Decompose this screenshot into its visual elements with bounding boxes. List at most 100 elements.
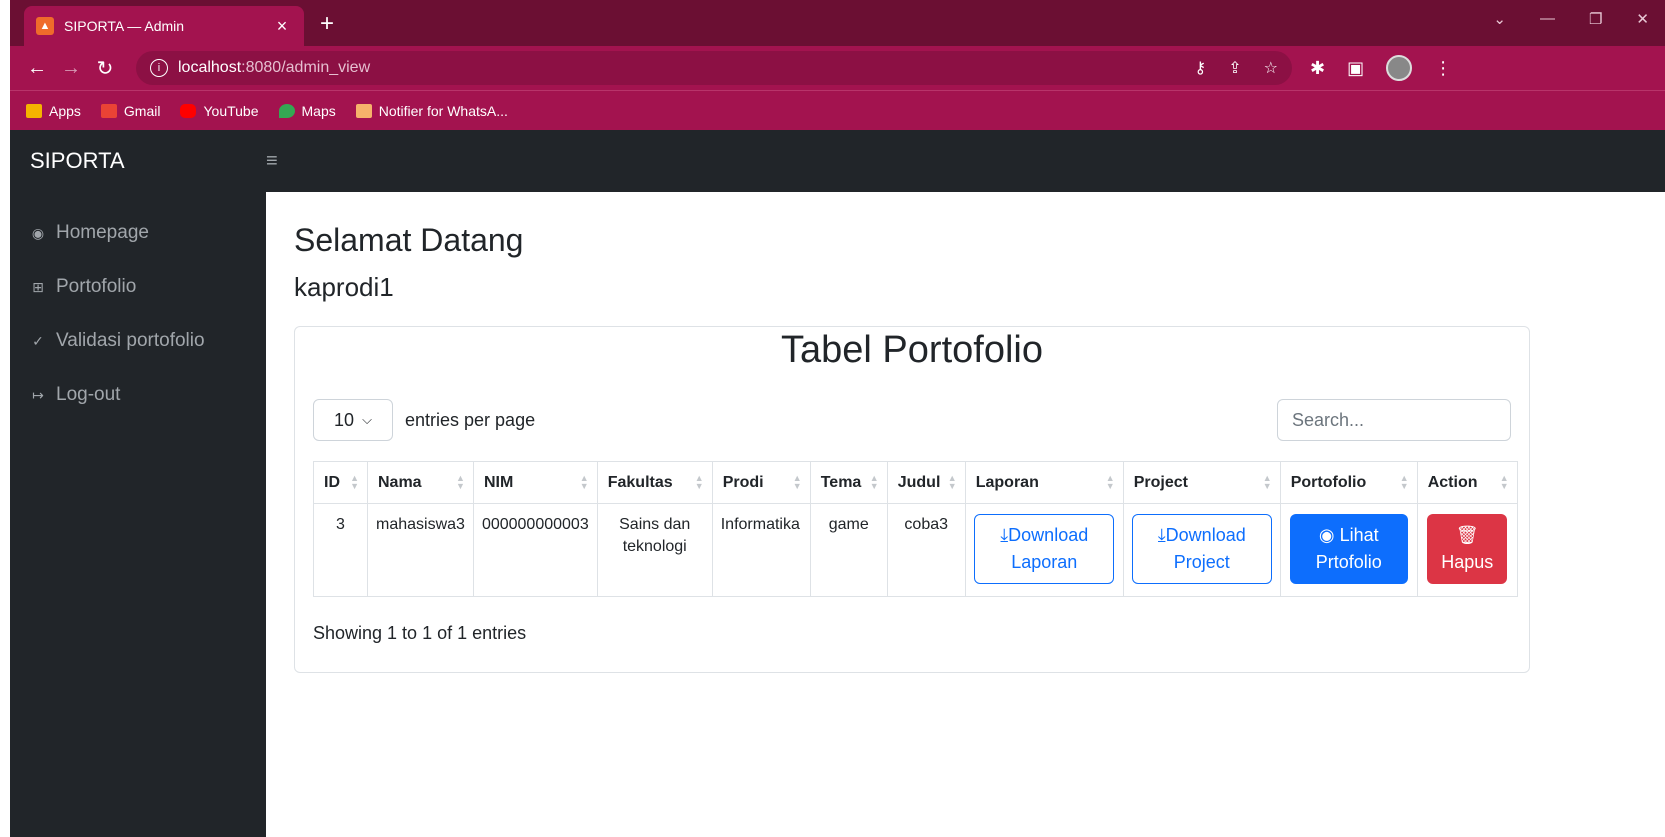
check-icon: ✓ — [32, 332, 44, 349]
lihat-portofolio-button[interactable]: ◉ Lihat Prtofolio — [1289, 514, 1408, 584]
search-input[interactable] — [1277, 399, 1511, 441]
eye-icon: ◉ — [1318, 525, 1335, 545]
cell-prodi: Informatika — [711, 503, 811, 597]
siporta-favicon-icon: ▲ — [36, 17, 54, 35]
url-host: localhost — [178, 59, 242, 76]
download-project-button[interactable]: ⤓Download Project — [1131, 514, 1272, 584]
sidebar-item-label: Log-out — [56, 384, 121, 405]
reload-icon[interactable]: ↻ — [90, 56, 120, 81]
sort-icon: ▲ ▼ — [1262, 473, 1272, 491]
restore-icon[interactable]: ❐ — [1589, 10, 1602, 28]
sidebar-toggle-icon[interactable]: ≡ — [266, 150, 278, 173]
column-header-nim[interactable]: NIM ▲ ▼ — [472, 461, 598, 504]
side-panel-icon[interactable]: ▣ — [1347, 58, 1364, 79]
apps-grid-icon — [26, 103, 42, 118]
column-header-id[interactable]: ID ▲ ▼ — [313, 461, 368, 504]
sidebar-item-validasi[interactable]: ✓ Validasi portofolio — [10, 314, 266, 368]
browser-window: ▲ SIPORTA — Admin × + ⌄ — ❐ ✕ ← → ↻ i lo… — [10, 0, 1665, 837]
sidebar: ◉ Homepage ⊞ Portofolio ✓ Validasi porto… — [10, 192, 266, 837]
forward-icon[interactable]: → — [56, 57, 86, 80]
column-header-prodi[interactable]: Prodi ▲ ▼ — [711, 461, 811, 504]
cell-laporan: ⤓Download Laporan — [964, 503, 1124, 597]
window-controls: ⌄ — ❐ ✕ — [1493, 10, 1649, 28]
cell-project: ⤓Download Project — [1122, 503, 1281, 597]
sort-icon: ▲ ▼ — [869, 473, 879, 491]
tab-close-icon[interactable]: × — [272, 16, 292, 37]
url-input[interactable]: i localhost :8080/admin_view ⚷ ⇪ ☆ — [136, 51, 1292, 85]
column-header-judul[interactable]: Judul ▲ ▼ — [886, 461, 966, 504]
brand-logo[interactable]: SIPORTA — [10, 148, 266, 174]
sidebar-item-label: Validasi portofolio — [56, 330, 205, 351]
url-path: :8080/admin_view — [241, 59, 371, 76]
tab-search-icon[interactable]: ⌄ — [1493, 10, 1506, 28]
entries-value: 10 — [334, 409, 355, 430]
entries-label: entries per page — [405, 409, 536, 430]
bookmark-notifier[interactable]: Notifier for WhatsA... — [355, 103, 508, 119]
extensions-icon[interactable]: ✱ — [1310, 58, 1325, 79]
app-page: SIPORTA ≡ ◉ Homepage ⊞ Portofolio ✓ Vali… — [10, 130, 1665, 837]
column-header-tema[interactable]: Tema ▲ ▼ — [809, 461, 888, 504]
minimize-icon[interactable]: — — [1540, 10, 1555, 28]
share-icon[interactable]: ⇪ — [1228, 58, 1241, 78]
column-header-nama[interactable]: Nama ▲ ▼ — [367, 461, 474, 504]
sidebar-item-label: Portofolio — [56, 276, 137, 297]
new-tab-button[interactable]: + — [320, 12, 334, 36]
cell-fakultas: Sains dan teknologi — [596, 503, 713, 597]
back-icon[interactable]: ← — [22, 57, 52, 80]
menu-kebab-icon[interactable]: ⋮ — [1434, 58, 1452, 79]
sort-icon: ▲ ▼ — [1499, 473, 1509, 491]
sort-icon: ▲ ▼ — [1105, 473, 1115, 491]
sort-icon: ▲ ▼ — [1399, 473, 1409, 491]
column-header-laporan[interactable]: Laporan ▲ ▼ — [964, 461, 1124, 504]
entries-per-page-select[interactable]: 10 ⌵ — [313, 399, 393, 441]
sort-icon: ▲ ▼ — [947, 473, 957, 491]
youtube-icon — [180, 103, 197, 118]
column-header-portofolio[interactable]: Portofolio ▲ ▼ — [1279, 461, 1418, 504]
site-info-icon[interactable]: i — [150, 59, 168, 77]
page-title: Selamat Datang — [294, 222, 524, 258]
bookmark-maps[interactable]: Maps — [278, 103, 336, 119]
maps-pin-icon — [278, 103, 295, 118]
logout-icon: ↦ — [32, 386, 44, 403]
tab-bar: ▲ SIPORTA — Admin × + ⌄ — ❐ ✕ — [10, 0, 1665, 46]
trash-icon: 🗑 — [1455, 525, 1479, 545]
gmail-icon — [100, 103, 117, 118]
star-icon[interactable]: ☆ — [1264, 58, 1278, 78]
column-header-fakultas[interactable]: Fakultas ▲ ▼ — [596, 461, 713, 504]
close-window-icon[interactable]: ✕ — [1636, 10, 1649, 28]
main-content: Selamat Datang kaprodi1 Tabel Portofolio… — [266, 192, 1556, 837]
download-laporan-button[interactable]: ⤓Download Laporan — [974, 514, 1115, 584]
bookmark-apps[interactable]: Apps — [26, 103, 81, 119]
table-row: 3 mahasiswa3 000000000003 Sains dan tekno… — [313, 503, 1518, 597]
sort-icon: ▲ ▼ — [350, 473, 359, 491]
browser-tab[interactable]: ▲ SIPORTA — Admin × — [24, 6, 304, 46]
download-icon: ⤓ — [1000, 525, 1009, 545]
cell-nama: mahasiswa3 — [367, 503, 474, 597]
address-bar: ← → ↻ i localhost :8080/admin_view ⚷ ⇪ ☆… — [10, 46, 1665, 90]
sidebar-item-homepage[interactable]: ◉ Homepage — [10, 206, 266, 260]
bookmark-gmail[interactable]: Gmail — [100, 103, 160, 119]
cell-nim: 000000000003 — [472, 503, 598, 597]
hapus-button[interactable]: 🗑 Hapus — [1427, 514, 1508, 584]
notifier-icon — [355, 103, 372, 118]
sort-icon: ▲ ▼ — [456, 473, 465, 491]
key-icon[interactable]: ⚷ — [1195, 58, 1207, 78]
cell-portofolio: ◉ Lihat Prtofolio — [1279, 503, 1418, 597]
profile-avatar[interactable] — [1386, 55, 1413, 81]
card-title: Tabel Portofolio — [781, 329, 1043, 371]
cell-action: 🗑 Hapus — [1416, 503, 1518, 597]
sidebar-item-logout[interactable]: ↦ Log-out — [10, 368, 266, 422]
sidebar-item-portofolio[interactable]: ⊞ Portofolio — [10, 260, 266, 314]
portfolio-card: Tabel Portofolio 10 ⌵ entries per page I… — [294, 326, 1530, 673]
right-margin — [1556, 192, 1665, 837]
entries-control: 10 ⌵ entries per page — [313, 399, 535, 441]
column-header-action[interactable]: Action ▲ ▼ — [1416, 461, 1518, 504]
bookmark-youtube[interactable]: YouTube — [180, 103, 259, 119]
portfolio-table: ID ▲ ▼ Nama ▲ ▼ NIM ▲ ▼ Fakultas ▲ ▼ Prodi ▲ ▼ Tem… — [313, 461, 1518, 597]
column-header-project[interactable]: Project ▲ ▼ — [1122, 461, 1281, 504]
username-heading: kaprodi1 — [294, 272, 394, 302]
sort-icon: ▲ ▼ — [792, 473, 802, 491]
table-icon: ⊞ — [32, 278, 44, 295]
sidebar-item-label: Homepage — [56, 222, 149, 243]
table-header-row: ID ▲ ▼ Nama ▲ ▼ NIM ▲ ▼ Fakultas ▲ ▼ Prodi ▲ ▼ Tem… — [313, 461, 1518, 504]
